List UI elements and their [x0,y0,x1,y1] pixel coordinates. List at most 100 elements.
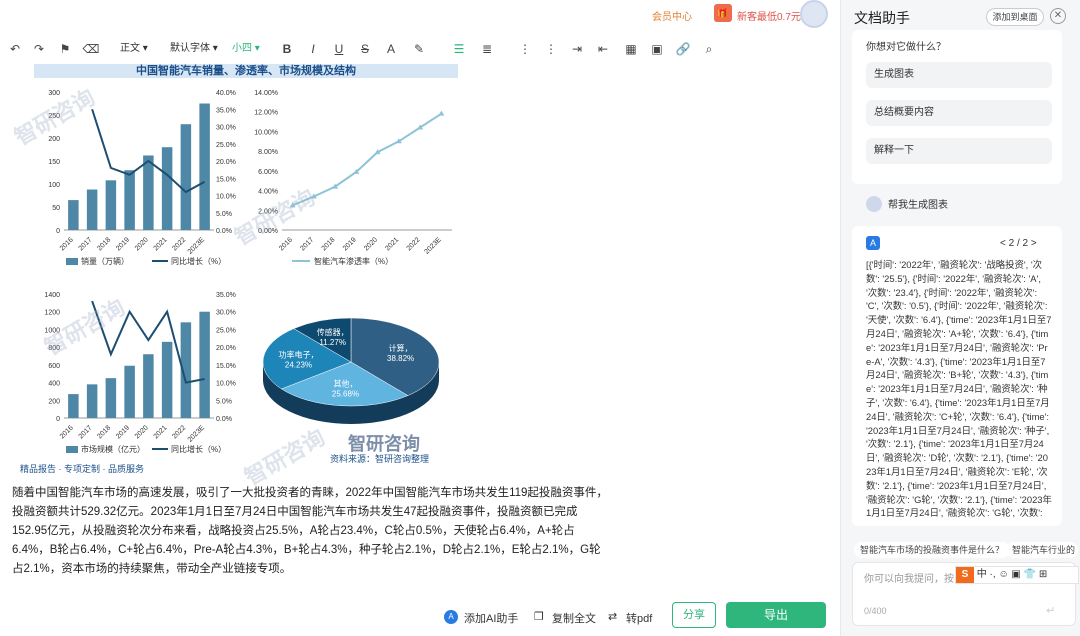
x-tick-label: 2016 [59,236,75,252]
y-tick-label: 0 [56,416,60,423]
ime-toolbar[interactable]: S 中 ·, ☺ ▣ 👕 ⊞ [955,566,1079,584]
x-tick-label: 2022 [406,236,422,252]
font-family-select[interactable]: 默认字体 ▾ [170,38,218,60]
user-avatar [866,196,882,212]
x-tick-label: 2023E [187,424,206,443]
char-counter: 0/400 [864,606,887,616]
copy-all-button[interactable]: 复制全文 [552,610,596,626]
to-pdf-button[interactable]: 转pdf [626,610,652,626]
legend-label: 智能汽车渗透率（%） [314,256,393,266]
add-to-desktop-button[interactable]: 添加到桌面 [986,8,1044,26]
y2-tick-label: 0.0% [216,228,232,235]
legend-label: 同比增长（%） [171,256,226,266]
paragraph-style-select[interactable]: 正文 ▾ [120,38,148,60]
indent-icon[interactable]: ⇥ [568,40,586,58]
y2-tick-label: 5.0% [216,398,232,405]
share-button[interactable]: 分享 [672,602,716,628]
bar [86,384,98,418]
body-paragraph[interactable]: 随着中国智能汽车市场的高速发展，吸引了一大批投资者的青睐，2022年中国智能汽车… [12,484,612,579]
y-tick-label: 8.00% [258,149,278,156]
y2-tick-label: 0.0% [216,416,232,423]
input-placeholder: 你可以向我提问，按 [864,574,954,585]
x-tick-label: 2018 [96,236,112,252]
x-tick-label: 2020 [134,236,150,252]
intro-text: 你想对它做什么？ [866,42,946,53]
add-ai-assistant-button[interactable]: 添加AI助手 [464,610,518,626]
redo-icon[interactable]: ↷ [30,40,48,58]
x-tick-label: 2017 [299,236,315,252]
bar [143,354,154,418]
y-tick-label: 100 [48,182,60,189]
new-user-offer-link[interactable]: 新客最低0.7元 [737,8,801,23]
bar [86,189,98,230]
font-size-select[interactable]: 小四 ▾ [232,38,260,60]
y2-tick-label: 10.0% [216,381,236,388]
generate-chart-option[interactable]: 生成图表 [866,62,1052,88]
x-tick-label: 2017 [78,424,94,440]
y-tick-label: 4.00% [258,189,278,196]
highlight-button[interactable]: ✎ [410,40,428,58]
x-tick-label: 2023E [424,236,443,255]
legend-label: 市场规模（亿元） [81,444,145,454]
avatar[interactable] [800,0,828,28]
y-tick-label: 50 [52,205,60,212]
pie-label: 功率电子， [278,349,318,359]
bar [105,378,117,418]
bar [124,365,135,418]
bar [180,124,192,230]
italic-button[interactable]: I [304,40,322,58]
y2-tick-label: 40.0% [216,90,236,97]
suggestion-chip[interactable]: 智能汽车市场的投融资事件是什么？ [854,542,1011,558]
data-source: 资料来源：智研咨询整理 [330,454,430,464]
undo-icon[interactable]: ↶ [6,40,24,58]
bar [68,394,79,418]
ordered-list-icon[interactable]: ⋮ [516,40,534,58]
panel-title: 文档助手 [854,10,910,26]
top-bar: 会员中心 🎁 新客最低0.7元 [0,0,840,32]
summarize-option[interactable]: 总结概要内容 [866,100,1052,126]
suggestion-chip[interactable]: 智能汽车行业的 [1006,542,1078,558]
explain-option[interactable]: 解释一下 [866,138,1052,164]
eraser-icon[interactable]: ⌫ [82,40,100,58]
pie-value-label: 11.27% [319,338,346,347]
link-icon[interactable]: 🔗 [674,40,692,58]
strikethrough-button[interactable]: S [356,40,374,58]
bold-button[interactable]: B [278,40,296,58]
gift-icon: 🎁 [714,4,732,22]
search-icon[interactable]: ⌕ [700,40,718,58]
line-spacing-icon[interactable]: ≣ [478,40,496,58]
unordered-list-icon[interactable]: ⋮ [542,40,560,58]
y-tick-label: 1200 [44,310,60,317]
data-point [438,110,445,116]
close-icon[interactable]: ✕ [1050,8,1066,24]
format-painter-icon[interactable]: ⚑ [56,40,74,58]
response-pager[interactable]: < 2 / 2 > [1000,238,1037,249]
underline-button[interactable]: U [330,40,348,58]
structure-pie-chart: 计算，38.82% 其他，25.68% 功率电子，24.23% 传感器，11.27% [262,317,440,424]
align-icon[interactable]: ☰ [450,40,468,58]
image-icon[interactable]: ▣ [648,40,666,58]
export-button[interactable]: 导出 [726,602,826,628]
bar [143,155,154,230]
convert-icon: ⇄ [608,611,618,623]
table-icon[interactable]: ▦ [622,40,640,58]
send-icon[interactable]: ↵ [1046,604,1055,617]
y2-tick-label: 30.0% [216,310,236,317]
y2-tick-label: 25.0% [216,327,236,334]
pie-label: 传感器， [317,327,349,337]
x-tick-label: 2017 [78,236,94,252]
user-message: 帮我生成图表 [888,200,948,211]
vip-center-link[interactable]: 会员中心 [652,8,692,23]
copy-icon: ❐ [534,611,544,623]
y2-tick-label: 15.0% [216,363,236,370]
y-tick-label: 10.00% [254,129,278,136]
outdent-icon[interactable]: ⇤ [594,40,612,58]
editor-area: 会员中心 🎁 新客最低0.7元 ↶ ↷ ⚑ ⌫ 正文 ▾ 默认字体 ▾ 小四 ▾… [0,0,840,636]
y-tick-label: 0 [56,228,60,235]
report-tagline: 精品报告 · 专项定制 · 品质服务 [20,464,144,474]
chart-title: 中国智能汽车销量、渗透率、市场规模及结构 [34,64,458,78]
font-color-button[interactable]: A [382,40,400,58]
x-tick-label: 2019 [115,236,131,252]
y-tick-label: 400 [48,381,60,388]
y2-tick-label: 30.0% [216,125,236,132]
